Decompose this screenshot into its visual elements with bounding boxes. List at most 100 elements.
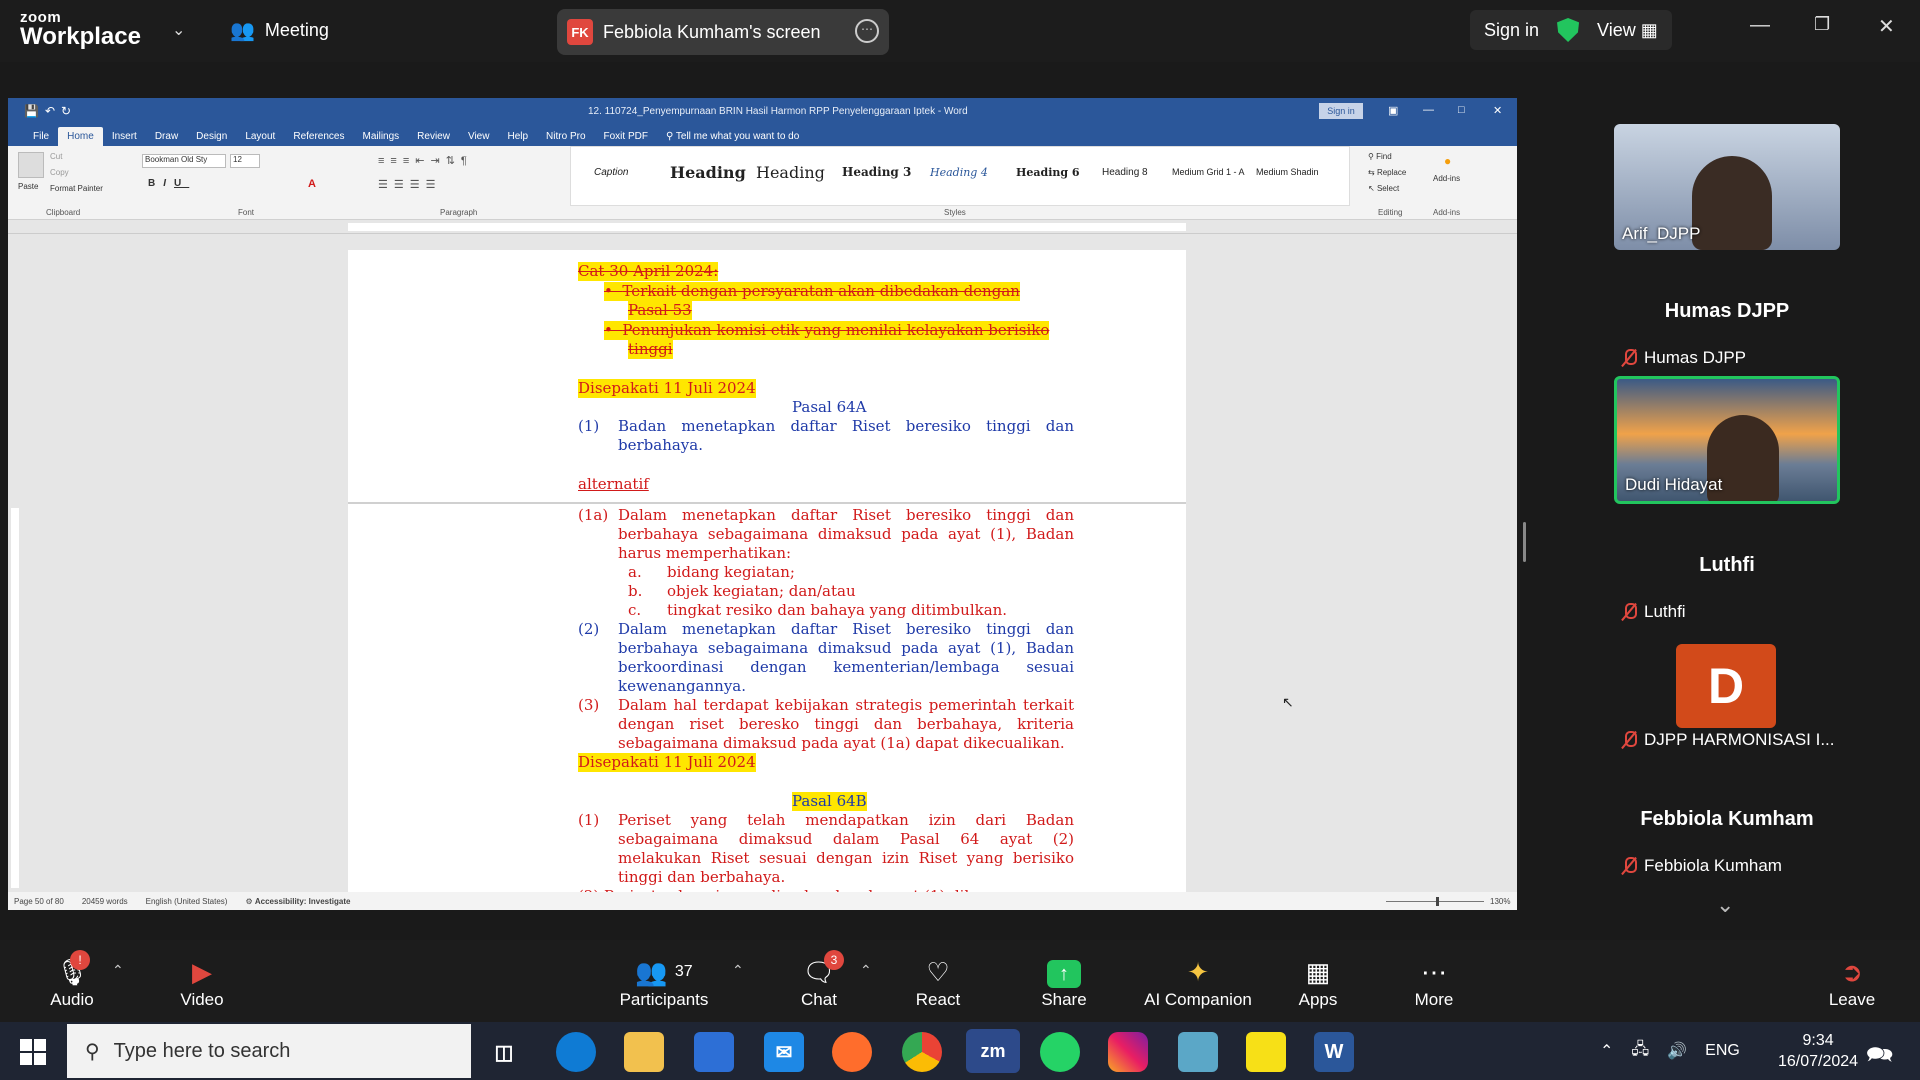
cut-button[interactable]: Cut	[50, 152, 62, 161]
restore-icon[interactable]: ❐	[1814, 14, 1830, 35]
ribbon-display-icon[interactable]: ▣	[1388, 104, 1398, 117]
close-icon[interactable]: ✕	[1878, 14, 1895, 39]
zoom-slider-thumb[interactable]	[1436, 896, 1439, 906]
tab-foxit-pdf[interactable]: Foxit PDF	[595, 127, 657, 146]
firefox-icon[interactable]	[832, 1032, 872, 1072]
vertical-ruler[interactable]	[11, 508, 19, 888]
font-format-buttons[interactable]: BIU	[148, 178, 189, 189]
shared-screen-indicator[interactable]: FK Febbiola Kumham's screen ⋯	[557, 9, 889, 55]
list-icons[interactable]: ≡≡≡⇤⇥⇅¶	[378, 154, 473, 167]
style-caption[interactable]: Caption	[594, 154, 628, 190]
style-heading8[interactable]: Heading 8	[1102, 154, 1148, 190]
font-size-select[interactable]: 12	[230, 154, 260, 168]
find-button[interactable]: ⚲ Find	[1368, 152, 1392, 161]
tab-home[interactable]: Home	[58, 127, 103, 146]
accessibility-status[interactable]: ⚙ Accessibility: Investigate	[245, 897, 350, 906]
format-painter-button[interactable]: Format Painter	[50, 184, 103, 193]
chat-caret-icon[interactable]: ⌃	[860, 962, 872, 979]
zoom-app-icon[interactable]: zm	[966, 1029, 1020, 1073]
share-button[interactable]: ↑ Share	[1014, 954, 1114, 1010]
view-button[interactable]: View ▦	[1597, 20, 1658, 41]
style-medium-grid[interactable]: Medium Grid 1 - A	[1172, 154, 1245, 190]
word-close-icon[interactable]: ✕	[1493, 104, 1502, 117]
select-button[interactable]: ↖ Select	[1368, 184, 1399, 193]
style-heading4[interactable]: Heading 4	[930, 154, 988, 190]
whatsapp-icon[interactable]	[1040, 1032, 1080, 1072]
chevron-down-icon[interactable]: ⌄	[172, 20, 185, 40]
style-medium-shading[interactable]: Medium Shadin	[1256, 154, 1319, 190]
font-name-select[interactable]: Bookman Old Sty	[142, 154, 226, 168]
word-maximize-icon[interactable]: □	[1458, 104, 1465, 116]
panel-resize-handle[interactable]	[1523, 522, 1526, 562]
page-count[interactable]: Page 50 of 80	[14, 897, 64, 906]
tab-design[interactable]: Design	[187, 127, 236, 146]
video-button[interactable]: ▶ Video	[152, 954, 252, 1010]
shield-check-icon[interactable]	[1557, 18, 1580, 42]
word-count[interactable]: 20459 words	[82, 897, 128, 906]
mail-icon[interactable]: ✉	[764, 1032, 804, 1072]
tab-mailings[interactable]: Mailings	[353, 127, 408, 146]
participant-video-dudi[interactable]: Dudi Hidayat	[1614, 376, 1840, 504]
copy-button[interactable]: Copy	[50, 168, 69, 177]
word-sign-in-button[interactable]: Sign in	[1319, 103, 1363, 119]
paste-icon[interactable]	[18, 152, 44, 178]
word-minimize-icon[interactable]: —	[1423, 104, 1434, 116]
store-icon[interactable]	[694, 1032, 734, 1072]
zoom-slider[interactable]	[1386, 895, 1484, 907]
tab-review[interactable]: Review	[408, 127, 459, 146]
tab-view[interactable]: View	[459, 127, 499, 146]
tab-insert[interactable]: Insert	[103, 127, 146, 146]
network-icon[interactable]: 🖧	[1631, 1038, 1649, 1065]
paste-label[interactable]: Paste	[18, 182, 38, 191]
addins-button[interactable]: Add-ins	[1433, 174, 1460, 183]
sign-in-button[interactable]: Sign in	[1484, 20, 1539, 41]
zoom-level[interactable]: 130%	[1490, 897, 1510, 906]
align-icons[interactable]: ☰☰☰☰	[378, 178, 441, 191]
font-color-icon[interactable]: A	[308, 178, 316, 190]
tab-nitro-pro[interactable]: Nitro Pro	[537, 127, 594, 146]
word-icon[interactable]: W	[1314, 1032, 1354, 1072]
participants-caret-icon[interactable]: ⌃	[732, 962, 744, 979]
participant-video-arif[interactable]: Arif_DJPP	[1614, 124, 1840, 250]
tab-layout[interactable]: Layout	[236, 127, 284, 146]
ai-companion-button[interactable]: ✦ AI Companion	[1128, 954, 1268, 1010]
style-heading2[interactable]: Heading	[756, 154, 825, 190]
file-explorer-icon[interactable]	[624, 1032, 664, 1072]
scroll-down-chevron-icon[interactable]: ⌄	[1716, 892, 1734, 918]
audio-caret-icon[interactable]: ⌃	[112, 962, 124, 979]
zoom-logo[interactable]: zoom Workplace	[20, 10, 141, 49]
task-view-icon[interactable]: ◫	[484, 1032, 524, 1072]
more-button[interactable]: ⋯ More	[1384, 954, 1484, 1010]
document-page[interactable]: Cat 30 April 2024: • Terkait dengan pers…	[348, 250, 1186, 893]
document-area[interactable]: Cat 30 April 2024: • Terkait dengan pers…	[8, 250, 1517, 893]
notification-icon[interactable]: 🗪	[1866, 1038, 1893, 1076]
apps-button[interactable]: ▦ Apps	[1268, 954, 1368, 1010]
tell-me-box[interactable]: ⚲ Tell me what you want to do	[657, 127, 808, 146]
volume-icon[interactable]: 🔊	[1667, 1041, 1687, 1061]
instagram-icon[interactable]	[1108, 1032, 1148, 1072]
react-button[interactable]: ♡ React	[888, 954, 988, 1010]
clock[interactable]: 9:34 16/07/2024	[1778, 1030, 1858, 1072]
tray-chevron-icon[interactable]: ⌃	[1600, 1041, 1613, 1061]
app-icon[interactable]	[1178, 1032, 1218, 1072]
replace-button[interactable]: ⇆ Replace	[1368, 168, 1406, 177]
style-heading3[interactable]: Heading 3	[842, 154, 911, 190]
language-indicator[interactable]: ENG	[1705, 1042, 1740, 1060]
quick-access-icons[interactable]: 💾↶↻	[24, 104, 77, 118]
participants-button[interactable]: 👥 37 Participants	[614, 954, 714, 1010]
language-status[interactable]: English (United States)	[146, 897, 228, 906]
style-heading1[interactable]: Heading	[670, 154, 746, 190]
chat-button[interactable]: 🗨 Chat	[769, 954, 869, 1010]
minimize-icon[interactable]: —	[1750, 14, 1770, 37]
addins-icon[interactable]: ●	[1444, 154, 1451, 168]
participant-avatar[interactable]: D	[1676, 644, 1776, 728]
chrome-icon[interactable]	[902, 1032, 942, 1072]
tab-references[interactable]: References	[284, 127, 353, 146]
tab-draw[interactable]: Draw	[146, 127, 187, 146]
horizontal-ruler[interactable]	[8, 220, 1517, 234]
tab-file[interactable]: File	[24, 127, 58, 146]
sticky-notes-icon[interactable]	[1246, 1032, 1286, 1072]
more-options-icon[interactable]: ⋯	[855, 19, 879, 43]
edge-icon[interactable]	[556, 1032, 596, 1072]
windows-start-icon[interactable]	[20, 1039, 46, 1065]
